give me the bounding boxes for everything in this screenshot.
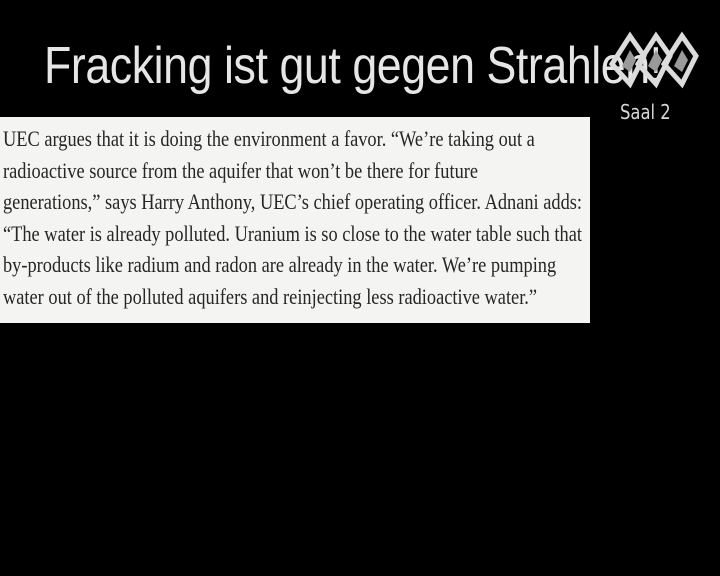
quote-panel: UEC argues that it is doing the environm… — [0, 117, 590, 323]
quote-line: “The water is already polluted. Uranium … — [3, 220, 582, 246]
quote-line: water out of the polluted aquifers and r… — [3, 283, 538, 309]
room-label: Saal 2 — [620, 100, 671, 124]
quote-line: radioactive source from the aquifer that… — [3, 157, 479, 183]
quote-line: UEC argues that it is doing the environm… — [3, 126, 535, 151]
quote-line: generations,” says Harry Anthony, UEC’s … — [3, 189, 583, 215]
slide-title: Fracking ist gut gegen Strahlen! — [44, 37, 662, 95]
conference-logo-icon — [604, 26, 704, 96]
quote-line: by-products like radium and radon are al… — [3, 252, 557, 278]
